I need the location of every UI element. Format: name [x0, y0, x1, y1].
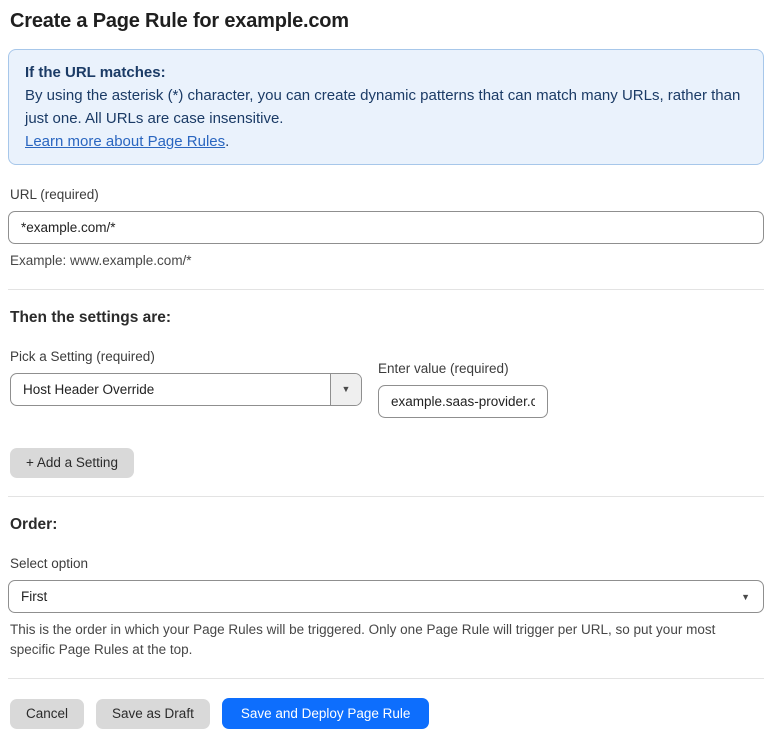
page-title: Create a Page Rule for example.com: [10, 10, 349, 32]
info-box-link-line: Learn more about Page Rules.: [25, 130, 747, 153]
save-as-draft-button[interactable]: Save as Draft: [96, 698, 210, 729]
url-example-text: Example: www.example.com/*: [10, 253, 192, 268]
add-setting-button[interactable]: + Add a Setting: [10, 448, 134, 478]
order-section-heading: Order:: [10, 516, 58, 533]
url-input[interactable]: [8, 211, 764, 244]
order-select[interactable]: First ▼: [8, 580, 764, 613]
divider: [8, 678, 764, 679]
settings-section-heading: Then the settings are:: [10, 309, 172, 326]
link-period: .: [225, 133, 230, 150]
info-box-body: By using the asterisk (*) character, you…: [25, 84, 747, 130]
divider: [8, 289, 764, 290]
settings-row: Pick a Setting (required) Host Header Ov…: [10, 349, 762, 418]
pick-setting-column: Pick a Setting (required) Host Header Ov…: [10, 349, 362, 406]
pick-setting-selected-value: Host Header Override: [23, 382, 155, 397]
learn-more-link[interactable]: Learn more about Page Rules: [25, 133, 225, 150]
create-page-rule-panel: Create a Page Rule for example.com If th…: [0, 0, 772, 729]
save-and-deploy-button[interactable]: Save and Deploy Page Rule: [221, 698, 430, 729]
pick-setting-dropdown[interactable]: Host Header Override ▼: [10, 373, 362, 406]
order-selected-value: First: [21, 589, 48, 604]
info-box-body-text: By using the asterisk (*) character, you…: [25, 87, 741, 127]
caret-down-icon: ▼: [741, 592, 750, 602]
caret-down-icon: ▼: [341, 384, 351, 394]
pick-setting-label: Pick a Setting (required): [10, 349, 155, 364]
url-field-label: URL (required): [10, 187, 99, 202]
divider: [8, 496, 764, 497]
info-box-heading: If the URL matches:: [25, 64, 166, 81]
cancel-button[interactable]: Cancel: [10, 698, 85, 729]
setting-value-input[interactable]: [378, 385, 548, 418]
enter-value-column: Enter value (required): [378, 361, 548, 418]
url-match-info-box: If the URL matches: By using the asteris…: [8, 49, 764, 165]
pick-setting-dropdown-button[interactable]: ▼: [330, 374, 361, 405]
order-select-label: Select option: [10, 556, 89, 571]
enter-value-label: Enter value (required): [378, 361, 509, 376]
footer-actions: Cancel Save as Draft Save and Deploy Pag…: [10, 698, 762, 729]
order-help-text: This is the order in which your Page Rul…: [10, 622, 716, 657]
